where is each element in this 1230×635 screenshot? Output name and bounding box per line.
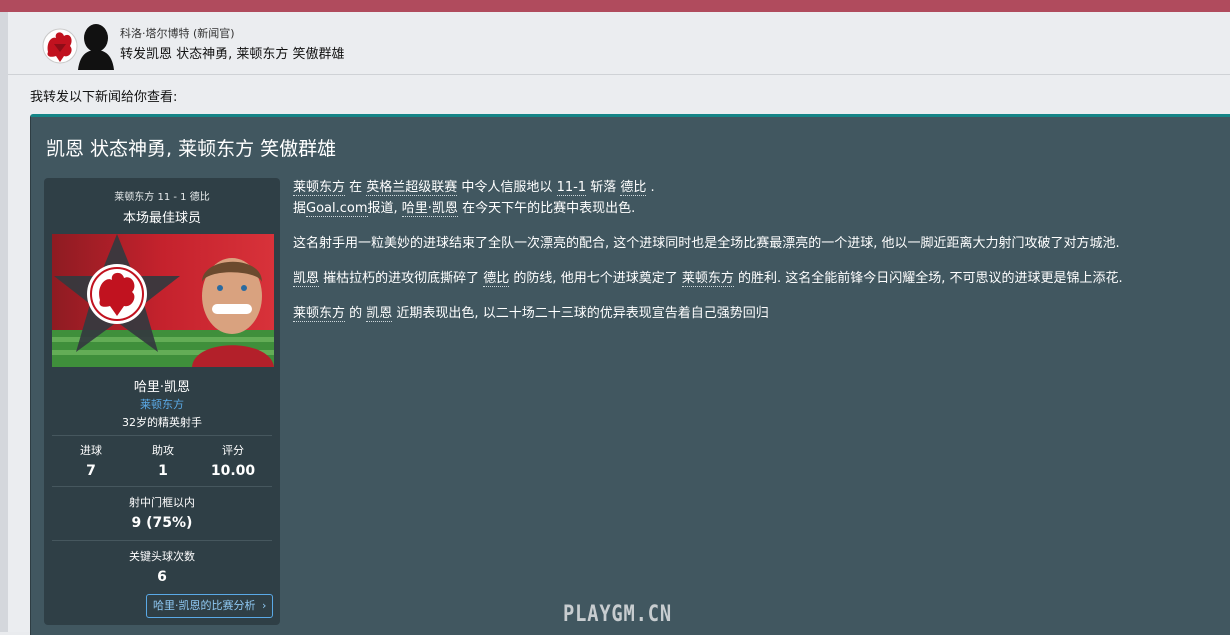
stat-value: 7	[86, 463, 96, 479]
watermark: PLAYGM.CN	[563, 602, 672, 627]
stat-value: 6	[157, 569, 167, 585]
match-score-line: 莱顿东方 11 - 1 德比	[114, 192, 210, 203]
sender-name: 科洛·塔尔博特 (新闻官)	[120, 27, 235, 40]
player-link[interactable]: 凯恩	[293, 271, 320, 287]
stat-label: 关键头球次数	[129, 550, 195, 563]
stat-rating: 评分 10.00	[197, 442, 269, 479]
article-text: 的	[345, 306, 367, 321]
stat-label: 射中门框以内	[129, 496, 195, 509]
article-text: 中令人信服地以	[457, 180, 557, 195]
divider	[52, 486, 272, 487]
team-link[interactable]: 莱顿东方	[293, 306, 346, 322]
window-top-bar	[0, 0, 1230, 12]
article-text: 斩落	[586, 180, 621, 195]
opponent-link[interactable]: 德比	[620, 180, 647, 196]
article-text: 摧枯拉朽的进攻彻底撕碎了	[319, 271, 484, 286]
team-link[interactable]: 莱顿东方	[681, 271, 734, 287]
divider	[52, 435, 272, 436]
divider	[52, 540, 272, 541]
stat-value: 10.00	[210, 463, 256, 479]
stat-value: 1	[158, 463, 168, 479]
article-text: 报道,	[367, 201, 402, 216]
source-link[interactable]: Goal.com	[306, 201, 368, 217]
stat-shots-on-target: 射中门框以内 9 (75%)	[44, 494, 280, 531]
chevron-right-icon: ›	[262, 599, 267, 612]
article-text: 据	[293, 201, 307, 216]
player-name: 哈里·凯恩	[133, 380, 191, 395]
player-team-link[interactable]: 莱顿东方	[44, 396, 280, 412]
forward-intro-text: 我转发以下新闻给你查看:	[30, 90, 178, 105]
article-text: 在今天下午的比赛中表现出色.	[457, 201, 636, 216]
league-link[interactable]: 英格兰超级联赛	[366, 180, 458, 196]
article-text: 在	[345, 180, 367, 195]
left-edge-stripe	[0, 12, 8, 632]
sender-avatar-silhouette	[74, 22, 118, 70]
article-paragraph-1: 莱顿东方 在 英格兰超级联赛 中令人信服地以 11-1 斩落 德比 . 据Goa…	[293, 177, 1213, 219]
stat-key-headers: 关键头球次数 6	[44, 548, 280, 585]
article-paragraph-4: 莱顿东方 的 凯恩 近期表现出色, 以二十场二十三球的优异表现宣告着自己强势回归	[293, 303, 1213, 324]
stat-label: 评分	[222, 444, 244, 457]
article-text: 的防线, 他用七个进球奠定了	[509, 271, 682, 286]
player-description: 32岁的精英射手	[122, 416, 202, 429]
player-link[interactable]: 哈里·凯恩	[401, 201, 458, 217]
match-analysis-button[interactable]: 哈里·凯恩的比赛分析 ›	[146, 594, 274, 618]
article-text: 的胜利. 这名全能前锋今日闪耀全场, 不可思议的进球更是锦上添花.	[733, 271, 1123, 286]
stat-goals: 进球 7	[55, 442, 127, 479]
stat-label: 进球	[80, 444, 102, 457]
stat-assists: 助攻 1	[127, 442, 199, 479]
stat-label: 助攻	[152, 444, 174, 457]
news-headline: 凯恩 状态神勇, 莱顿东方 笑傲群雄	[46, 138, 337, 160]
article-text: 近期表现出色, 以二十场二十三球的优异表现宣告着自己强势回归	[392, 306, 769, 321]
player-link[interactable]: 凯恩	[366, 306, 393, 322]
opponent-link[interactable]: 德比	[483, 271, 510, 287]
news-article-body: 莱顿东方 在 英格兰超级联赛 中令人信服地以 11-1 斩落 德比 . 据Goa…	[293, 177, 1213, 338]
team-link[interactable]: 莱顿东方	[293, 180, 346, 196]
news-card: 凯恩 状态神勇, 莱顿东方 笑傲群雄 莱顿东方 11 - 1 德比 本场最佳球员	[30, 114, 1230, 635]
article-paragraph-3: 凯恩 摧枯拉朽的进攻彻底撕碎了 德比 的防线, 他用七个进球奠定了 莱顿东方 的…	[293, 268, 1213, 289]
message-header: 科洛·塔尔博特 (新闻官) 转发凯恩 状态神勇, 莱顿东方 笑傲群雄	[8, 12, 1230, 75]
article-paragraph-2: 这名射手用一粒美妙的进球结束了全队一次漂亮的配合, 这个进球同时也是全场比赛最漂…	[293, 236, 1120, 251]
analysis-button-label: 哈里·凯恩的比赛分析	[153, 599, 256, 612]
award-label: 本场最佳球员	[122, 211, 201, 226]
message-subject: 转发凯恩 状态神勇, 莱顿东方 笑傲群雄	[120, 47, 345, 62]
score-link[interactable]: 11-1	[556, 180, 587, 196]
stat-value: 9 (75%)	[131, 515, 193, 531]
article-text: .	[646, 180, 655, 195]
player-of-match-panel: 莱顿东方 11 - 1 德比 本场最佳球员 哈里·凯恩 莱顿东方 32岁的精英射…	[44, 178, 280, 625]
player-photo[interactable]	[52, 234, 274, 367]
